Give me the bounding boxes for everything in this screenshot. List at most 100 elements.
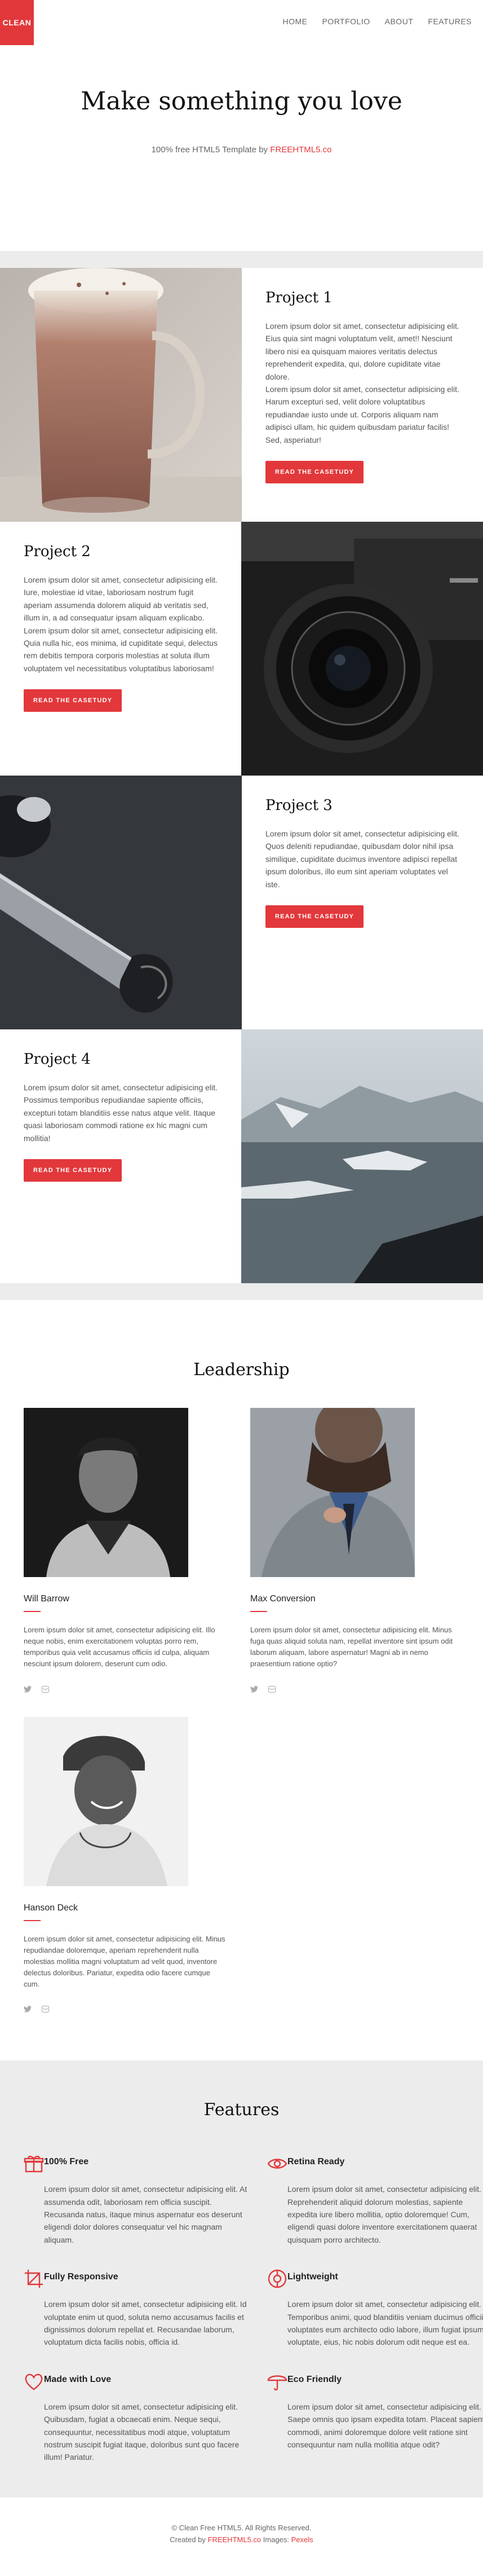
feature-item: Lightweight Lorem ipsum dolor sit amet, … bbox=[267, 2269, 483, 2349]
person-card: Max Conversion Lorem ipsum dolor sit ame… bbox=[250, 1408, 453, 1694]
main-menu: HOME PORTFOLIO ABOUT FEATURES bbox=[282, 17, 472, 26]
person-name: Hanson Deck bbox=[24, 1903, 78, 1913]
project-row-1: Project 1 Lorem ipsum dolor sit amet, co… bbox=[0, 268, 483, 522]
feature-text: Lorem ipsum dolor sit amet, consectetur … bbox=[44, 2185, 247, 2244]
twitter-icon[interactable] bbox=[24, 1685, 32, 1694]
copyright: © Clean Free HTML5. All Rights Reserved. bbox=[171, 2523, 312, 2532]
hero-subtitle-text: 100% free HTML5 Template by bbox=[151, 145, 268, 155]
feature-text: Lorem ipsum dolor sit amet, consectetur … bbox=[44, 2402, 240, 2462]
lifebuoy-icon bbox=[267, 2269, 287, 2349]
dribbble-icon[interactable] bbox=[42, 2006, 49, 2014]
project-2-casestudy-button[interactable]: READ THE CASETUDY bbox=[24, 689, 122, 712]
project-1-paragraph-1: Lorem ipsum dolor sit amet, consectetur … bbox=[265, 322, 459, 381]
features-title: Features bbox=[203, 2100, 280, 2120]
project-3-casestudy-button[interactable]: READ THE CASETUDY bbox=[265, 905, 364, 928]
name-underline bbox=[24, 1919, 41, 1921]
umbrella-icon bbox=[267, 2371, 287, 2464]
name-underline bbox=[250, 1611, 267, 1612]
credits-text: Created by bbox=[170, 2535, 206, 2544]
heart-icon bbox=[24, 2371, 44, 2464]
project-2-image bbox=[241, 522, 483, 776]
person-bio: Lorem ipsum dolor sit amet, consectetur … bbox=[24, 1934, 225, 1989]
dribbble-icon[interactable] bbox=[42, 1685, 49, 1694]
project-1-image bbox=[0, 268, 242, 522]
dribbble-icon[interactable] bbox=[268, 1685, 276, 1694]
project-row-2: Project 2 Lorem ipsum dolor sit amet, co… bbox=[0, 522, 483, 776]
project-2-title: Project 2 bbox=[24, 543, 91, 560]
top-nav: CLEAN HOME PORTFOLIO ABOUT FEATURES bbox=[0, 0, 483, 45]
nav-item-portfolio[interactable]: PORTFOLIO bbox=[322, 17, 370, 26]
leadership-title: Leadership bbox=[193, 1360, 290, 1380]
images-label: Images: bbox=[263, 2535, 290, 2544]
feature-title: 100% Free bbox=[44, 2157, 89, 2167]
feature-item: Retina Ready Lorem ipsum dolor sit amet,… bbox=[267, 2154, 483, 2246]
project-1-paragraph-2: Lorem ipsum dolor sit amet, consectetur … bbox=[265, 384, 459, 444]
project-2-content: Project 2 Lorem ipsum dolor sit amet, co… bbox=[0, 522, 241, 776]
feature-title: Retina Ready bbox=[287, 2157, 345, 2167]
project-2-paragraph-1: Lorem ipsum dolor sit amet, consectetur … bbox=[24, 575, 218, 623]
twitter-icon[interactable] bbox=[250, 1685, 258, 1694]
hero-subtitle: 100% free HTML5 Template by FREEHTML5.co bbox=[0, 145, 483, 155]
project-row-4: Project 4 Lorem ipsum dolor sit amet, co… bbox=[0, 1029, 483, 1283]
freehtml5-footer-link[interactable]: FREEHTML5.co bbox=[208, 2535, 262, 2544]
project-2-paragraph-2: Lorem ipsum dolor sit amet, consectetur … bbox=[24, 626, 218, 673]
feature-text: Lorem ipsum dolor sit amet, consectetur … bbox=[287, 2185, 481, 2244]
person-photo bbox=[24, 1408, 188, 1577]
project-1-content: Project 1 Lorem ipsum dolor sit amet, co… bbox=[242, 268, 483, 522]
site-logo[interactable]: CLEAN bbox=[0, 0, 34, 45]
project-4-casestudy-button[interactable]: READ THE CASETUDY bbox=[24, 1159, 122, 1182]
person-photo bbox=[250, 1408, 415, 1577]
project-4-content: Project 4 Lorem ipsum dolor sit amet, co… bbox=[0, 1029, 241, 1283]
features-section: Features 100% Free Lorem ipsum dolor sit… bbox=[0, 2060, 483, 2498]
feature-item: 100% Free Lorem ipsum dolor sit amet, co… bbox=[24, 2154, 249, 2246]
project-1-casestudy-button[interactable]: READ THE CASETUDY bbox=[265, 460, 364, 483]
nav-item-home[interactable]: HOME bbox=[282, 17, 307, 26]
feature-item: Made with Love Lorem ipsum dolor sit ame… bbox=[24, 2371, 249, 2464]
person-card: Hanson Deck Lorem ipsum dolor sit amet, … bbox=[24, 1716, 227, 2015]
nav-item-features[interactable]: FEATURES bbox=[428, 17, 472, 26]
feature-title: Fully Responsive bbox=[44, 2272, 118, 2282]
feature-item: Eco Friendly Lorem ipsum dolor sit amet,… bbox=[267, 2371, 483, 2464]
project-3-content: Project 3 Lorem ipsum dolor sit amet, co… bbox=[242, 776, 483, 1029]
gift-icon bbox=[24, 2154, 44, 2246]
project-4-paragraph-1: Lorem ipsum dolor sit amet, consectetur … bbox=[24, 1083, 218, 1143]
person-bio: Lorem ipsum dolor sit amet, consectetur … bbox=[250, 1626, 453, 1668]
feature-text: Lorem ipsum dolor sit amet, consectetur … bbox=[44, 2300, 247, 2347]
feature-item: Fully Responsive Lorem ipsum dolor sit a… bbox=[24, 2269, 249, 2349]
project-3-image bbox=[0, 776, 242, 1029]
project-1-title: Project 1 bbox=[265, 289, 333, 306]
pexels-link[interactable]: Pexels bbox=[291, 2535, 313, 2544]
social-links bbox=[250, 1685, 453, 1694]
twitter-icon[interactable] bbox=[24, 2006, 32, 2014]
project-1-body: Lorem ipsum dolor sit amet, consectetur … bbox=[265, 320, 459, 446]
project-3-title: Project 3 bbox=[265, 797, 333, 814]
project-4-title: Project 4 bbox=[24, 1051, 91, 1068]
freehtml5-link[interactable]: FREEHTML5.co bbox=[270, 145, 331, 155]
nav-item-about[interactable]: ABOUT bbox=[385, 17, 414, 26]
name-underline bbox=[24, 1611, 41, 1612]
hero: Make something you love 100% free HTML5 … bbox=[0, 45, 483, 251]
credits: Created by FREEHTML5.co Images: Pexels bbox=[0, 2534, 483, 2546]
feature-title: Lightweight bbox=[287, 2272, 338, 2282]
features-grid: 100% Free Lorem ipsum dolor sit amet, co… bbox=[24, 2154, 483, 2464]
hero-title: Make something you love bbox=[81, 87, 402, 116]
leadership-section: Leadership Will Barrow Lorem ipsum dolor… bbox=[0, 1300, 483, 2037]
person-bio: Lorem ipsum dolor sit amet, consectetur … bbox=[24, 1626, 215, 1668]
section-divider-2 bbox=[0, 1283, 483, 1300]
feature-text: Lorem ipsum dolor sit amet, consectetur … bbox=[287, 2300, 483, 2347]
feature-title: Eco Friendly bbox=[287, 2374, 342, 2384]
project-3-body: Lorem ipsum dolor sit amet, consectetur … bbox=[265, 827, 459, 891]
project-row-3: Project 3 Lorem ipsum dolor sit amet, co… bbox=[0, 776, 483, 1029]
feature-text: Lorem ipsum dolor sit amet, consectetur … bbox=[287, 2402, 483, 2449]
person-name: Will Barrow bbox=[24, 1594, 69, 1604]
project-4-body: Lorem ipsum dolor sit amet, consectetur … bbox=[24, 1081, 218, 1144]
crop-icon bbox=[24, 2269, 44, 2349]
person-card: Will Barrow Lorem ipsum dolor sit amet, … bbox=[24, 1408, 227, 1694]
social-links bbox=[24, 2006, 227, 2014]
person-name: Max Conversion bbox=[250, 1594, 316, 1604]
footer: © Clean Free HTML5. All Rights Reserved.… bbox=[0, 2498, 483, 2569]
section-divider bbox=[0, 251, 483, 268]
project-2-body: Lorem ipsum dolor sit amet, consectetur … bbox=[24, 574, 218, 675]
leadership-grid: Will Barrow Lorem ipsum dolor sit amet, … bbox=[24, 1408, 459, 2037]
eye-icon bbox=[267, 2154, 287, 2246]
